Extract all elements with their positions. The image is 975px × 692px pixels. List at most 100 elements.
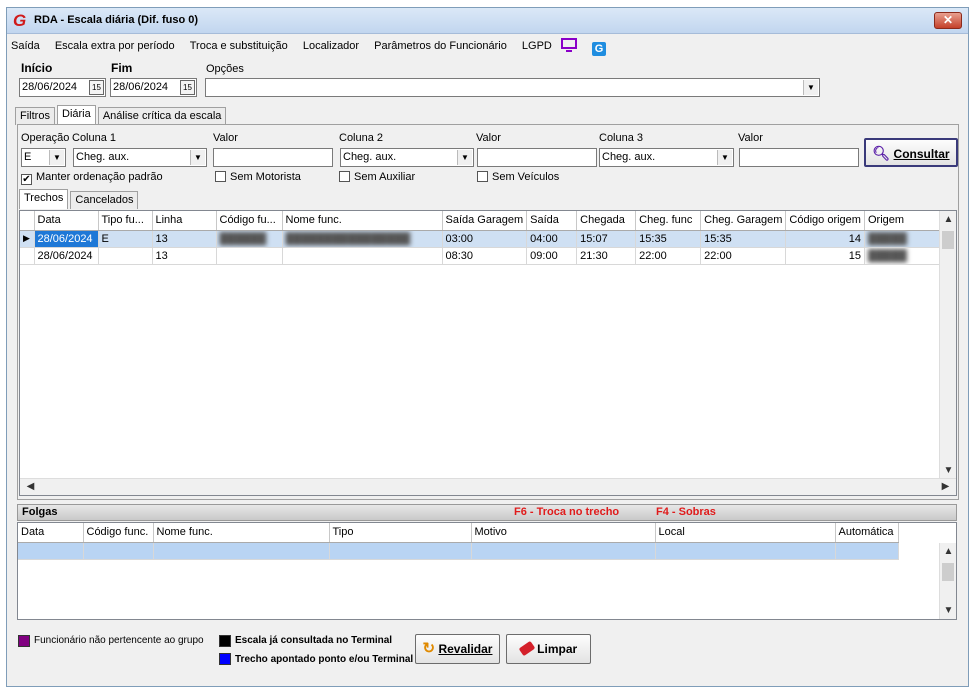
revalidar-button[interactable]: ↻ Revalidar [415, 634, 500, 664]
col-linha[interactable]: Linha [152, 211, 217, 231]
valor1-input[interactable] [213, 148, 333, 167]
coluna2-select[interactable]: Cheg. aux. ▼ [340, 148, 474, 167]
cell-saida-garagem[interactable]: 03:00 [442, 230, 528, 248]
col-codigo[interactable]: Código fu... [216, 211, 283, 231]
cell-linha[interactable]: 13 [152, 230, 217, 248]
close-button[interactable]: ✕ [934, 12, 962, 29]
table-row[interactable]: 28/06/2024 13 08:30 09:00 21:30 22:00 22… [20, 247, 945, 265]
col-codigo-origem[interactable]: Código origem [785, 211, 865, 231]
cell-tipo[interactable] [98, 247, 153, 265]
limpar-button[interactable]: Limpar [506, 634, 591, 664]
cell-cheg-func[interactable]: 15:35 [635, 230, 702, 248]
chevron-down-icon[interactable]: ▼ [717, 150, 732, 165]
cell-saida-garagem[interactable]: 08:30 [442, 247, 528, 265]
col-tipo[interactable]: Tipo fu... [98, 211, 153, 231]
col-data[interactable]: Data [18, 523, 84, 543]
opcoes-select[interactable]: ▼ [205, 78, 820, 97]
empty-cell[interactable] [471, 542, 656, 560]
cell-data[interactable]: 28/06/2024 [34, 230, 99, 248]
inicio-date-field[interactable]: 28/06/2024 15 [19, 78, 106, 97]
coluna3-select[interactable]: Cheg. aux. ▼ [599, 148, 734, 167]
coluna1-select[interactable]: Cheg. aux. ▼ [73, 148, 207, 167]
col-saida[interactable]: Saída [526, 211, 578, 231]
col-chegada[interactable]: Chegada [576, 211, 637, 231]
menu-parametros[interactable]: Parâmetros do Funcionário [374, 37, 507, 55]
chevron-down-icon[interactable]: ▼ [457, 150, 472, 165]
col-cheg-func[interactable]: Cheg. func [635, 211, 702, 231]
col-motivo[interactable]: Motivo [471, 523, 656, 543]
empty-cell[interactable] [835, 542, 899, 560]
menu-troca[interactable]: Troca e substituição [190, 37, 288, 55]
table-row[interactable] [18, 542, 899, 560]
chevron-down-icon[interactable]: ▼ [190, 150, 205, 165]
folgas-vertical-scrollbar[interactable]: ▲ ▼ [939, 543, 956, 619]
empty-cell[interactable] [153, 542, 330, 560]
menu-escala-extra[interactable]: Escala extra por período [55, 37, 175, 55]
cell-codigo-origem[interactable]: 15 [785, 247, 865, 265]
scroll-thumb[interactable] [942, 231, 954, 249]
trechos-vertical-scrollbar[interactable]: ▲ ▼ [939, 211, 956, 479]
col-saida-garagem[interactable]: Saída Garagem [442, 211, 528, 231]
menu-lgpd[interactable]: LGPD [522, 37, 552, 55]
chevron-down-icon[interactable]: ▼ [49, 150, 64, 165]
chevron-down-icon[interactable]: ▼ [940, 605, 956, 616]
trechos-grid[interactable]: Data Tipo fu... Linha Código fu... Nome … [19, 210, 957, 496]
cell-saida[interactable]: 04:00 [526, 230, 578, 248]
brand-g-icon[interactable]: G [592, 42, 606, 56]
menu-localizador[interactable]: Localizador [303, 37, 359, 55]
col-cheg-garagem[interactable]: Cheg. Garagem [700, 211, 787, 231]
sem-motorista-checkbox[interactable]: Sem Motorista [215, 171, 301, 183]
cell-origem-redacted[interactable]: █████ [864, 247, 945, 265]
calendar-icon[interactable]: 15 [180, 80, 195, 95]
col-nome[interactable]: Nome func. [282, 211, 443, 231]
tab-analise[interactable]: Análise crítica da escala [97, 107, 227, 125]
cell-tipo[interactable]: E [98, 230, 153, 248]
tab-diaria[interactable]: Diária [57, 105, 96, 125]
cell-nome-redacted[interactable]: ████████████████ [282, 230, 443, 248]
cell-codigo-origem[interactable]: 14 [785, 230, 865, 248]
col-origem[interactable]: Origem [864, 211, 945, 231]
cell-codigo-redacted[interactable]: ██████ [216, 230, 283, 248]
cell-codigo-redacted[interactable] [216, 247, 283, 265]
cell-linha[interactable]: 13 [152, 247, 217, 265]
consultar-button[interactable]: 🔍︎ Consultar [864, 138, 958, 167]
empty-cell[interactable] [18, 542, 84, 560]
chevron-up-icon[interactable]: ▲ [940, 546, 956, 557]
chevron-down-icon[interactable]: ▼ [940, 465, 956, 476]
monitor-icon[interactable] [560, 38, 577, 55]
col-data[interactable]: Data [34, 211, 99, 231]
tab-trechos[interactable]: Trechos [19, 189, 69, 209]
chevron-up-icon[interactable]: ▲ [940, 214, 956, 225]
trechos-horizontal-scrollbar[interactable]: ◀ ▶ [20, 478, 956, 495]
menu-saida[interactable]: Saída [11, 37, 40, 55]
scroll-thumb[interactable] [942, 563, 954, 581]
tab-cancelados[interactable]: Cancelados [70, 191, 139, 209]
cell-nome-redacted[interactable] [282, 247, 443, 265]
cell-cheg-func[interactable]: 22:00 [635, 247, 702, 265]
tab-filtros[interactable]: Filtros [15, 107, 55, 125]
chevron-right-icon[interactable]: ▶ [937, 481, 954, 492]
valor2-input[interactable] [477, 148, 597, 167]
fim-date-field[interactable]: 28/06/2024 15 [110, 78, 197, 97]
empty-cell[interactable] [655, 542, 836, 560]
col-local[interactable]: Local [655, 523, 836, 543]
folgas-grid[interactable]: Data Código func. Nome func. Tipo Motivo… [17, 522, 957, 620]
table-row[interactable]: ▶ 28/06/2024 E 13 ██████ ███████████████… [20, 230, 945, 248]
chevron-down-icon[interactable]: ▼ [803, 80, 818, 95]
empty-cell[interactable] [329, 542, 472, 560]
sem-veiculos-checkbox[interactable]: Sem Veículos [477, 171, 559, 183]
col-tipo[interactable]: Tipo [329, 523, 472, 543]
col-codigo-func[interactable]: Código func. [83, 523, 154, 543]
manter-ordenacao-checkbox[interactable]: ✔ Manter ordenação padrão [21, 171, 163, 185]
operacao-select[interactable]: E ▼ [21, 148, 66, 167]
cell-cheg-garagem[interactable]: 22:00 [700, 247, 787, 265]
cell-data[interactable]: 28/06/2024 [34, 247, 99, 265]
valor3-input[interactable] [739, 148, 859, 167]
chevron-left-icon[interactable]: ◀ [22, 481, 39, 492]
cell-origem-redacted[interactable]: █████ [864, 230, 945, 248]
cell-chegada[interactable]: 21:30 [576, 247, 637, 265]
cell-chegada[interactable]: 15:07 [576, 230, 637, 248]
cell-saida[interactable]: 09:00 [526, 247, 578, 265]
empty-cell[interactable] [83, 542, 154, 560]
calendar-icon[interactable]: 15 [89, 80, 104, 95]
